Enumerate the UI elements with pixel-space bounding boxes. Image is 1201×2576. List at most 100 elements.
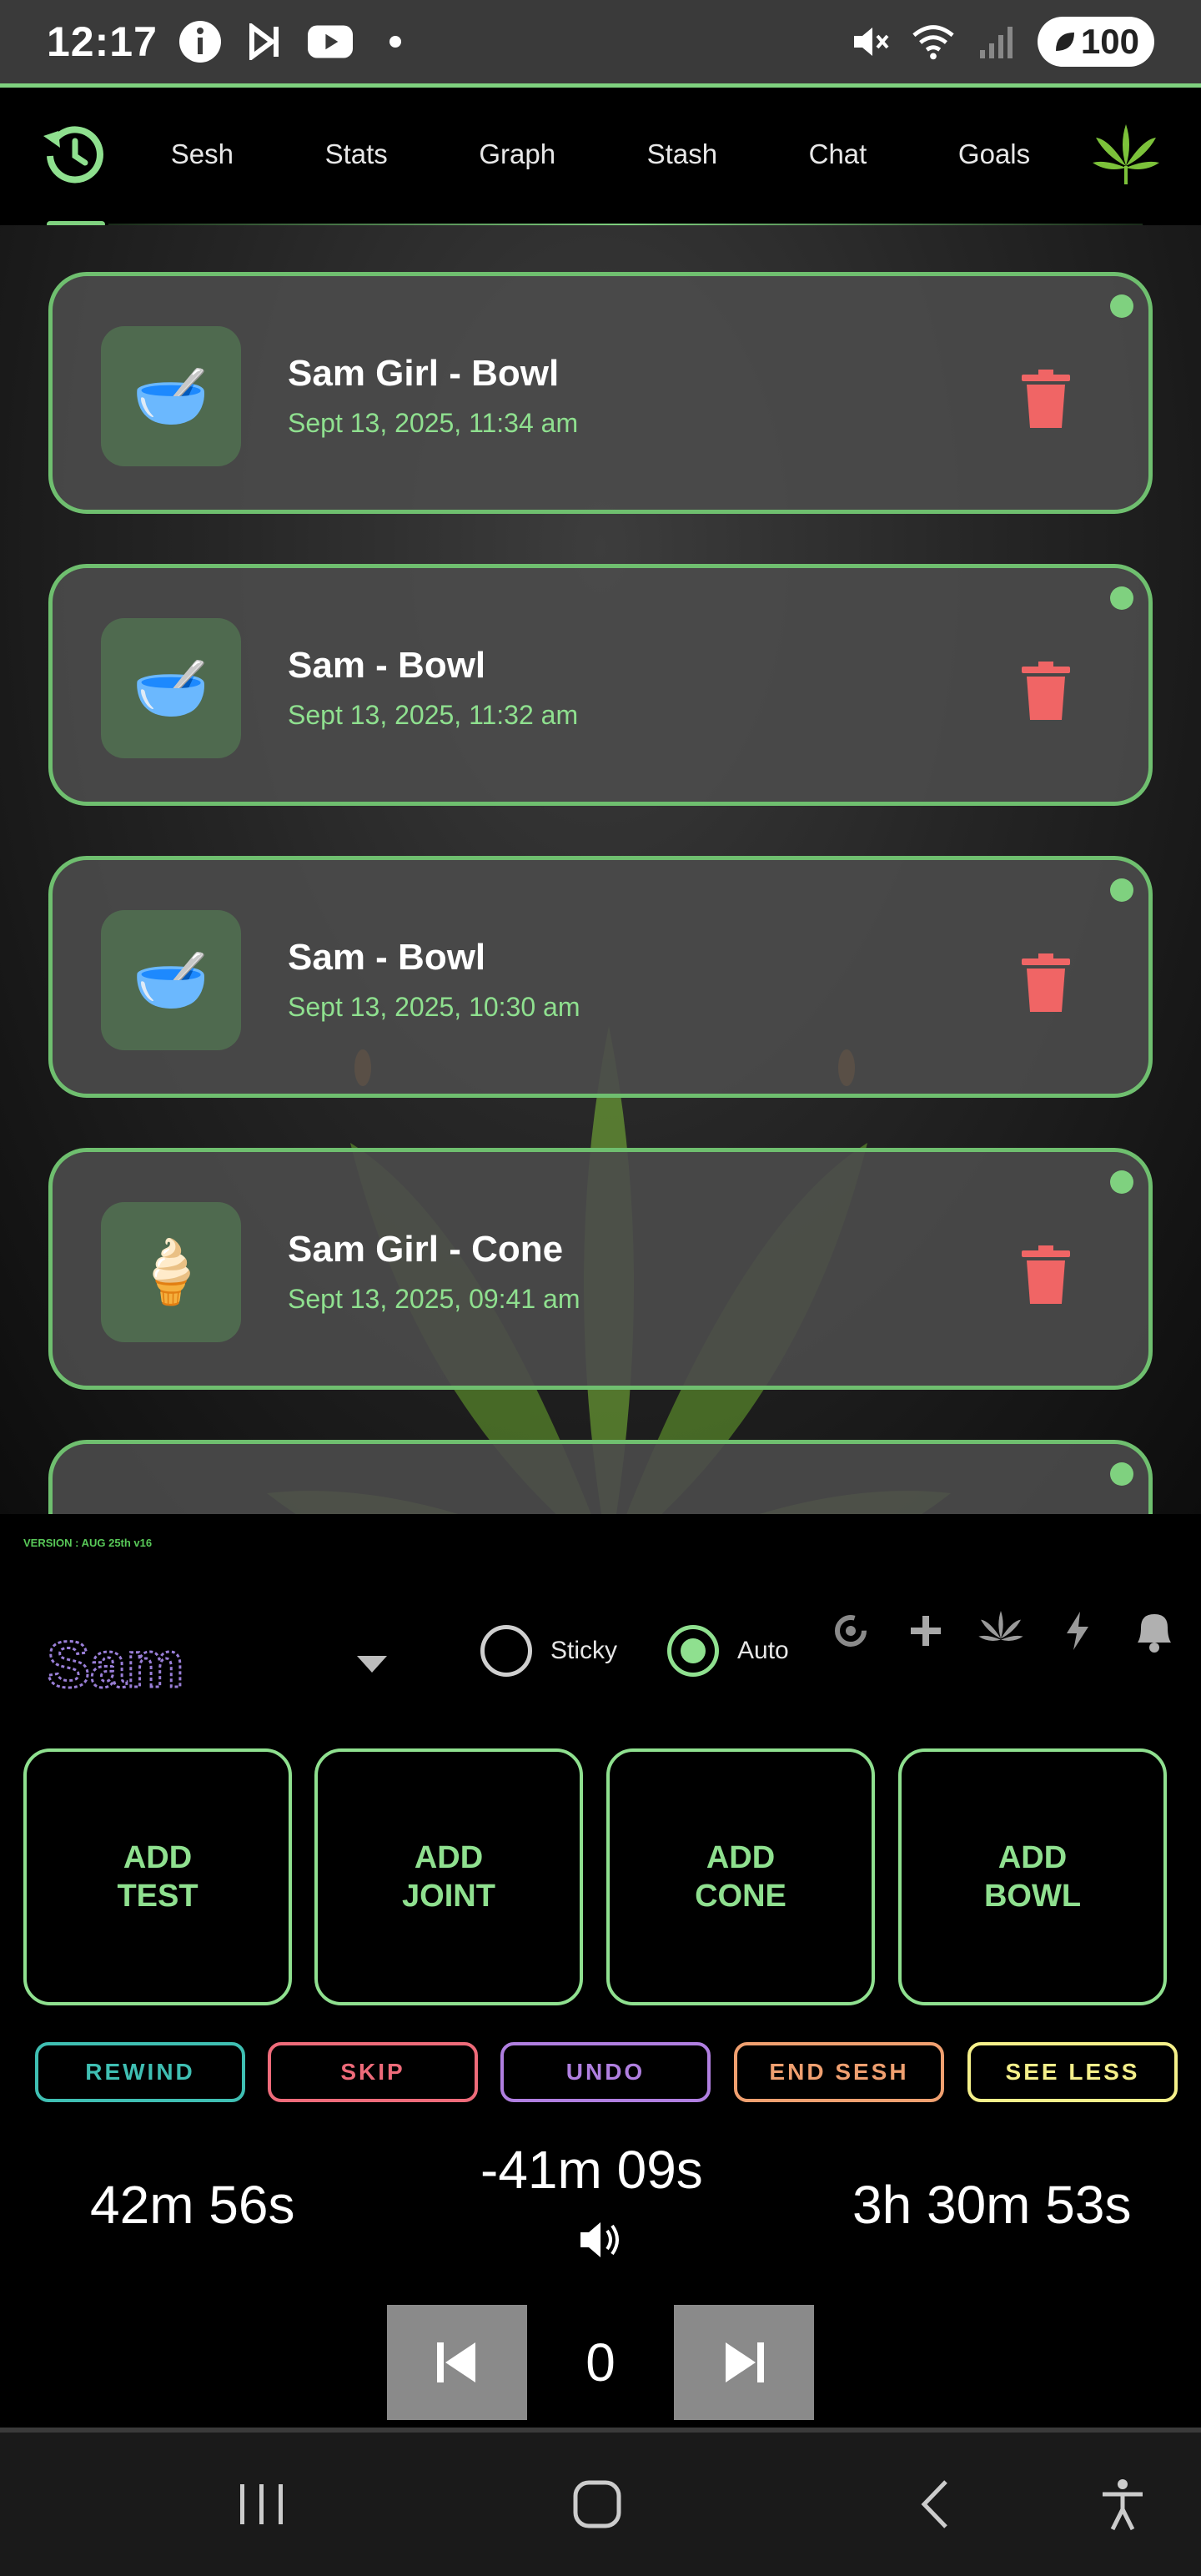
- end-sesh-button[interactable]: END SESH: [734, 2042, 944, 2102]
- home-icon: [573, 2480, 621, 2528]
- tab-graph[interactable]: Graph: [467, 130, 567, 179]
- sticky-radio[interactable]: [480, 1625, 532, 1677]
- session-card[interactable]: 🥣 Sam Girl - Bowl Sept 13, 2025, 11:34 a…: [48, 272, 1153, 514]
- tab-sesh[interactable]: Sesh: [159, 130, 245, 179]
- add-test-line2: TEST: [117, 1879, 198, 1914]
- status-dot: [1110, 1170, 1133, 1194]
- auto-option[interactable]: Auto: [667, 1625, 789, 1677]
- battery-indicator: 100: [1037, 17, 1154, 67]
- recent-apps-icon: [240, 2484, 283, 2524]
- add-joint-button[interactable]: ADD JOINT: [314, 1748, 583, 2005]
- speaker-icon[interactable]: [575, 2217, 626, 2262]
- battery-level: 100: [1080, 22, 1139, 61]
- home-button[interactable]: [564, 2471, 631, 2538]
- cone-icon: 🍦: [101, 1202, 241, 1342]
- user-name-logo[interactable]: Sam: [42, 1627, 234, 1702]
- add-test-button[interactable]: ADD TEST: [23, 1748, 292, 2005]
- status-dot: [1110, 586, 1133, 610]
- accessibility-icon: [1103, 2479, 1143, 2531]
- status-dot: [1110, 878, 1133, 902]
- trash-icon[interactable]: [1022, 1245, 1070, 1304]
- add-bowl-line1: ADD: [997, 1840, 1068, 1875]
- tab-chat[interactable]: Chat: [797, 130, 879, 179]
- bowl-icon: 🥣: [101, 618, 241, 758]
- undo-button[interactable]: UNDO: [500, 2042, 711, 2102]
- previous-button[interactable]: [387, 2305, 527, 2420]
- history-tab[interactable]: [25, 119, 125, 189]
- user-dropdown-icon[interactable]: [357, 1656, 387, 1673]
- session-timestamp: Sept 13, 2025, 11:34 am: [288, 408, 579, 438]
- auto-label: Auto: [737, 1637, 789, 1664]
- add-cone-line1: ADD: [706, 1840, 776, 1875]
- mute-icon: [847, 19, 892, 64]
- trash-icon[interactable]: [1022, 953, 1070, 1012]
- step-counter: 0: [585, 2332, 616, 2392]
- total-timer: 3h 30m 53s: [852, 2175, 1132, 2235]
- battery-leaf-icon: [1055, 33, 1074, 51]
- notification-dot-icon: [373, 19, 418, 64]
- leaf-menu-button[interactable]: [1076, 119, 1176, 189]
- add-bowl-button[interactable]: ADD BOWL: [898, 1748, 1167, 2005]
- session-timestamp: Sept 13, 2025, 11:32 am: [288, 700, 579, 730]
- recent-apps-button[interactable]: [229, 2471, 295, 2538]
- add-bowl-line2: BOWL: [983, 1879, 1082, 1914]
- session-title: Sam Girl - Cone: [288, 1229, 564, 1270]
- top-nav: Sesh Stats Graph Stash Chat Goals: [0, 83, 1201, 228]
- session-card[interactable]: 🍦 Sam Girl - Cone Sept 13, 2025, 09:41 a…: [48, 1148, 1153, 1390]
- wifi-icon: [911, 19, 956, 64]
- add-cone-line2: CONE: [695, 1879, 786, 1914]
- bowl-icon: 🥣: [101, 326, 241, 466]
- media-play-icon: [243, 19, 288, 64]
- tab-stats[interactable]: Stats: [314, 130, 399, 179]
- sticky-label: Sticky: [550, 1637, 618, 1664]
- version-label: VERSION : AUG 25th v16: [23, 1537, 153, 1549]
- session-timestamp: Sept 13, 2025, 09:41 am: [288, 1284, 580, 1314]
- session-timestamp: Sept 13, 2025, 10:30 am: [288, 992, 580, 1022]
- see-less-button[interactable]: SEE LESS: [967, 2042, 1178, 2102]
- back-icon: [921, 2480, 947, 2528]
- add-joint-line1: ADD: [414, 1840, 484, 1875]
- add-cone-button[interactable]: ADD CONE: [606, 1748, 875, 2005]
- back-button[interactable]: [901, 2471, 967, 2538]
- info-icon: [178, 19, 223, 64]
- signal-icon: [974, 19, 1019, 64]
- rewind-button[interactable]: REWIND: [35, 2042, 245, 2102]
- session-title: Sam - Bowl: [288, 937, 486, 978]
- sticky-option[interactable]: Sticky: [480, 1625, 617, 1677]
- cannabis-leaf-icon: [1093, 124, 1159, 184]
- plus-icon[interactable]: [901, 1606, 951, 1656]
- status-bar: 12:17 100: [0, 0, 1201, 83]
- session-list[interactable]: 🥣 Sam Girl - Bowl Sept 13, 2025, 11:34 a…: [0, 225, 1201, 1514]
- session-card[interactable]: [48, 1440, 1153, 1514]
- leaf-icon[interactable]: [976, 1606, 1026, 1656]
- history-icon: [43, 126, 103, 184]
- bell-icon[interactable]: [1128, 1606, 1178, 1656]
- status-dot: [1110, 294, 1133, 318]
- session-card[interactable]: 🥣 Sam - Bowl Sept 13, 2025, 10:30 am: [48, 856, 1153, 1098]
- tab-stash[interactable]: Stash: [636, 130, 729, 179]
- auto-radio[interactable]: [667, 1625, 719, 1677]
- bowl-icon: 🥣: [101, 910, 241, 1050]
- skip-next-icon: [726, 2342, 764, 2382]
- accessibility-button[interactable]: [1089, 2471, 1156, 2538]
- lightning-icon[interactable]: [1053, 1606, 1103, 1656]
- countdown-timer: -41m 09s: [480, 2140, 703, 2200]
- refresh-icon[interactable]: [826, 1606, 876, 1656]
- status-dot: [1110, 1462, 1133, 1486]
- skip-button[interactable]: SKIP: [268, 2042, 478, 2102]
- session-card[interactable]: 🥣 Sam - Bowl Sept 13, 2025, 11:32 am: [48, 564, 1153, 806]
- trash-icon[interactable]: [1022, 662, 1070, 720]
- clock: 12:17: [47, 18, 158, 65]
- elapsed-timer: 42m 56s: [90, 2175, 295, 2235]
- skip-previous-icon: [437, 2342, 475, 2382]
- trash-icon[interactable]: [1022, 370, 1070, 428]
- session-title: Sam Girl - Bowl: [288, 353, 560, 394]
- tab-goals[interactable]: Goals: [947, 130, 1042, 179]
- svg-text:Sam: Sam: [47, 1628, 184, 1701]
- youtube-icon: [307, 19, 353, 64]
- next-button[interactable]: [674, 2305, 814, 2420]
- add-joint-line2: JOINT: [402, 1879, 495, 1914]
- session-title: Sam - Bowl: [288, 645, 486, 686]
- system-nav-bar: [0, 2433, 1201, 2576]
- add-test-line1: ADD: [123, 1840, 193, 1875]
